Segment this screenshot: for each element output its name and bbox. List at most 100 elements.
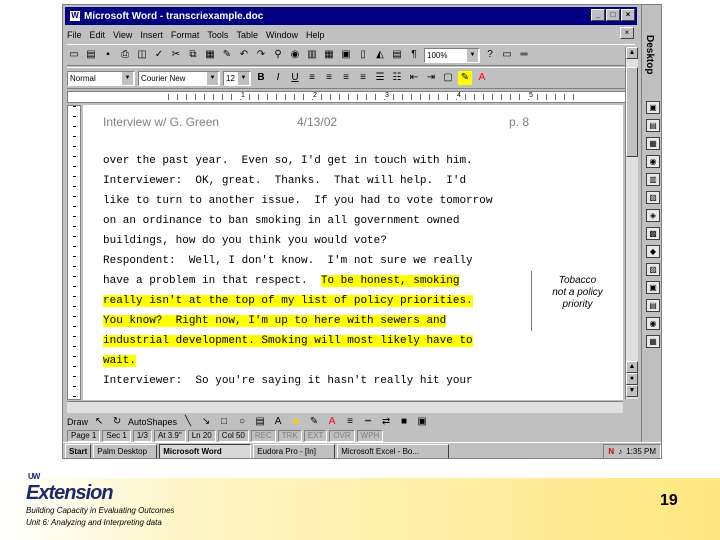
desktop-icon-7[interactable]: ◈: [646, 209, 660, 222]
arrow-icon[interactable]: ↘: [199, 415, 213, 429]
status-wph[interactable]: WPH: [356, 430, 384, 442]
desktop-icon-10[interactable]: ▨: [646, 263, 660, 276]
status-rec[interactable]: REC: [250, 430, 276, 442]
save-icon[interactable]: ▪: [101, 48, 115, 62]
margin-comment[interactable]: Tobacco not a policy priority: [531, 271, 623, 331]
tray-app-icon[interactable]: N: [608, 445, 614, 458]
minimize-button[interactable]: _: [591, 9, 605, 21]
font-color-icon[interactable]: A: [475, 71, 489, 85]
show-hide-icon[interactable]: ¶: [407, 48, 421, 62]
redo-icon[interactable]: ↷: [254, 48, 268, 62]
desktop-icon-1[interactable]: ▣: [646, 101, 660, 114]
desktop-icon-6[interactable]: ▧: [646, 191, 660, 204]
desktop-icon-2[interactable]: ▤: [646, 119, 660, 132]
vertical-ruler[interactable]: [67, 105, 81, 400]
wordart-icon[interactable]: A: [271, 415, 285, 429]
task-palm-desktop[interactable]: Palm Desktop: [93, 444, 158, 458]
insert-excel-icon[interactable]: ▣: [339, 48, 353, 62]
desktop-icon-12[interactable]: ▤: [646, 299, 660, 312]
desktop-icon-9[interactable]: ◆: [646, 245, 660, 258]
document-close-button[interactable]: ×: [620, 27, 634, 39]
desktop-icon-13[interactable]: ◉: [646, 317, 660, 330]
draw-menu[interactable]: Draw: [67, 417, 88, 427]
help-icon[interactable]: ?: [483, 48, 497, 62]
copy-icon[interactable]: ⧉: [186, 48, 200, 62]
desktop-icon-5[interactable]: ▥: [646, 173, 660, 186]
line-icon[interactable]: ╲: [181, 415, 195, 429]
status-trk[interactable]: TRK: [277, 430, 302, 442]
style-select[interactable]: Normal: [67, 70, 135, 86]
menu-view[interactable]: View: [113, 30, 132, 40]
fill-color-icon[interactable]: ◈: [289, 415, 303, 429]
print-icon[interactable]: ⎙: [118, 48, 132, 62]
horizontal-ruler[interactable]: 1 2 3 4 5: [67, 91, 633, 103]
underline-button[interactable]: U: [288, 71, 302, 85]
select-browse-object-icon[interactable]: ●: [626, 373, 638, 385]
shadow-icon[interactable]: ■: [397, 415, 411, 429]
menu-format[interactable]: Format: [171, 30, 200, 40]
scroll-thumb[interactable]: [626, 67, 638, 157]
task-eudora[interactable]: Eudora Pro - [In]: [253, 444, 336, 458]
doc-close-icon[interactable]: ×: [620, 27, 634, 39]
bold-button[interactable]: B: [254, 71, 268, 85]
dash-style-icon[interactable]: ┅: [361, 415, 375, 429]
highlight-icon[interactable]: ✎: [458, 71, 472, 85]
justify-icon[interactable]: ≡: [356, 71, 370, 85]
format-painter-icon[interactable]: ✎: [220, 48, 234, 62]
menu-insert[interactable]: Insert: [140, 30, 163, 40]
scroll-prev-page-icon[interactable]: ▲: [626, 361, 638, 373]
menu-help[interactable]: Help: [306, 30, 325, 40]
word-app-icon[interactable]: W: [69, 10, 81, 22]
title-bar[interactable]: W Microsoft Word - transcriexample.doc _…: [65, 7, 637, 25]
borders-icon[interactable]: ▢: [441, 71, 455, 85]
increase-indent-icon[interactable]: ⇥: [424, 71, 438, 85]
close-button[interactable]: ×: [621, 9, 635, 21]
desktop-icon-3[interactable]: ▦: [646, 137, 660, 150]
new-document-icon[interactable]: ▭: [67, 48, 81, 62]
open-folder-icon[interactable]: ▤: [84, 48, 98, 62]
autoshapes-menu[interactable]: AutoShapes: [128, 417, 177, 427]
drawing-icon[interactable]: ◭: [373, 48, 387, 62]
menu-window[interactable]: Window: [266, 30, 298, 40]
scroll-up-icon[interactable]: ▲: [626, 47, 638, 59]
italic-button[interactable]: I: [271, 71, 285, 85]
text-box-icon[interactable]: ▤: [253, 415, 267, 429]
horizontal-scrollbar[interactable]: [67, 401, 623, 413]
menu-tools[interactable]: Tools: [207, 30, 228, 40]
hyperlink-icon[interactable]: ⚲: [271, 48, 285, 62]
menu-table[interactable]: Table: [236, 30, 258, 40]
desktop-icon-8[interactable]: ▩: [646, 227, 660, 240]
vertical-scrollbar[interactable]: ▲ ▲ ● ▼: [625, 47, 638, 399]
extra-icon-2[interactable]: ═: [517, 48, 531, 62]
paste-icon[interactable]: ▦: [203, 48, 217, 62]
insert-table-icon[interactable]: ▦: [322, 48, 336, 62]
bullets-icon[interactable]: ☷: [390, 71, 404, 85]
draw-font-color-icon[interactable]: A: [325, 415, 339, 429]
web-toolbar-icon[interactable]: ◉: [288, 48, 302, 62]
zoom-select[interactable]: 100%: [424, 47, 480, 63]
font-size-select[interactable]: 12: [223, 70, 251, 86]
document-map-icon[interactable]: ▤: [390, 48, 404, 62]
maximize-button[interactable]: □: [606, 9, 620, 21]
undo-icon[interactable]: ↶: [237, 48, 251, 62]
cut-icon[interactable]: ✂: [169, 48, 183, 62]
oval-icon[interactable]: ○: [235, 415, 249, 429]
document-page[interactable]: Interview w/ G. Green 4/13/02 p. 8 over …: [83, 105, 623, 400]
columns-icon[interactable]: ▯: [356, 48, 370, 62]
print-preview-icon[interactable]: ◫: [135, 48, 149, 62]
rectangle-icon[interactable]: □: [217, 415, 231, 429]
status-ext[interactable]: EXT: [303, 430, 328, 442]
spelling-icon[interactable]: ✓: [152, 48, 166, 62]
align-right-icon[interactable]: ≡: [339, 71, 353, 85]
task-microsoft-word[interactable]: Microsoft Word: [159, 444, 252, 458]
start-button[interactable]: Start: [65, 444, 92, 458]
font-select[interactable]: Courier New: [138, 70, 220, 86]
status-ovr[interactable]: OVR: [329, 430, 355, 442]
arrow-style-icon[interactable]: ⇄: [379, 415, 393, 429]
desktop-icon-11[interactable]: ▣: [646, 281, 660, 294]
decrease-indent-icon[interactable]: ⇤: [407, 71, 421, 85]
free-rotate-icon[interactable]: ↻: [110, 415, 124, 429]
desktop-icon-4[interactable]: ◉: [646, 155, 660, 168]
line-color-icon[interactable]: ✎: [307, 415, 321, 429]
menu-file[interactable]: File: [67, 30, 82, 40]
